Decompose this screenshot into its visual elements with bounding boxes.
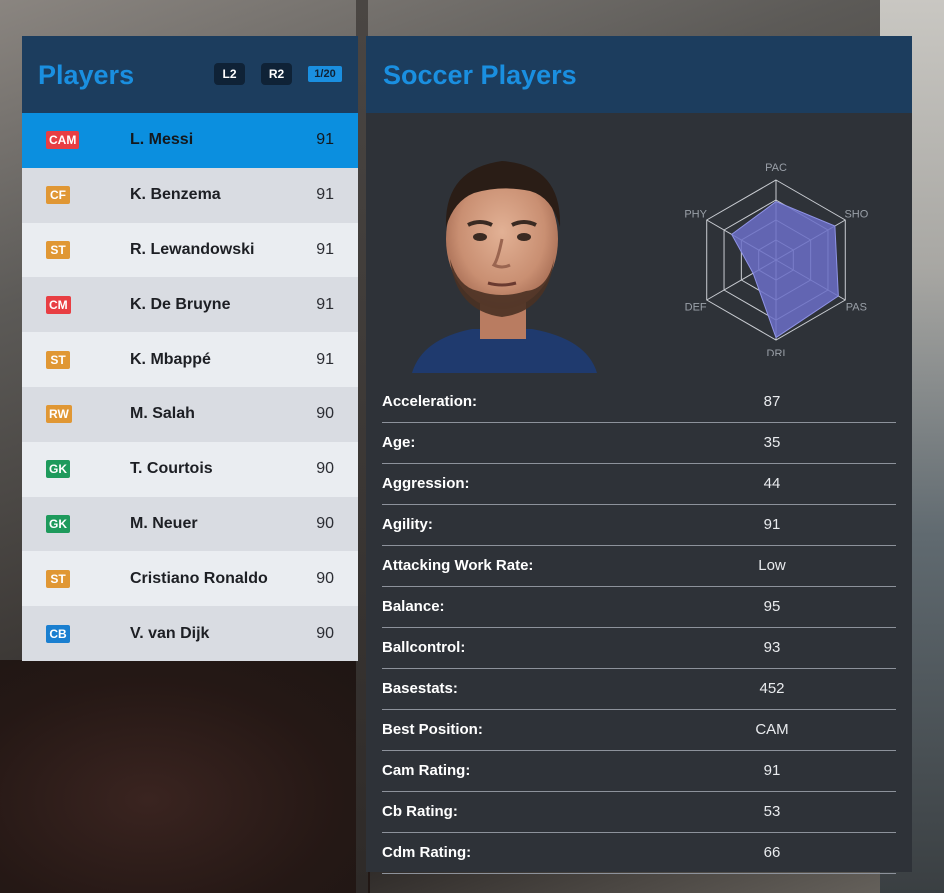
radar-axis-label: DEF [685, 301, 707, 313]
stat-row: Ballcontrol: 93 [382, 628, 896, 669]
stat-value: 452 [759, 680, 785, 697]
stat-label: Acceleration: [382, 393, 478, 410]
position-badge: GK [46, 514, 70, 533]
radar-axis-label: PAS [846, 301, 867, 313]
player-rating: 90 [316, 514, 334, 532]
player-row[interactable]: RW M. Salah 90 [22, 386, 358, 442]
stat-value: 44 [763, 475, 781, 492]
radar-axis-label: PAC [765, 162, 787, 174]
player-detail-header: Soccer Players [366, 36, 912, 113]
position-badge: ST [46, 350, 70, 369]
stat-label: Ballcontrol: [382, 639, 466, 656]
radar-axis-label: DRI [767, 348, 786, 356]
player-name: M. Neuer [130, 514, 198, 532]
player-name: K. De Bruyne [130, 295, 231, 313]
player-rating: 91 [316, 295, 334, 313]
stat-value: 87 [763, 393, 781, 410]
stat-label: Age: [382, 434, 416, 451]
stat-value: 95 [763, 598, 781, 615]
players-list: CAM L. Messi 91 CF K. Benzema 91 ST R. Lewandow… [22, 113, 358, 661]
player-rating: 90 [316, 405, 334, 423]
stat-row: Acceleration: 87 [382, 382, 896, 423]
player-row[interactable]: GK M. Neuer 90 [22, 496, 358, 552]
player-name: R. Lewandowski [130, 240, 255, 258]
stat-row: Cb Rating: 53 [382, 792, 896, 833]
position-badge: CF [46, 186, 70, 205]
player-rating: 90 [316, 569, 334, 587]
page-indicator: 1/20 [308, 66, 342, 82]
player-name: T. Courtois [130, 460, 213, 478]
player-rating: 90 [316, 460, 334, 478]
player-row[interactable]: CB V. van Dijk 90 [22, 606, 358, 661]
position-badge: GK [46, 460, 70, 479]
player-rating: 91 [316, 350, 334, 368]
radar-data-area [731, 201, 839, 339]
stat-label: Basestats: [382, 680, 458, 697]
stat-value: 91 [763, 762, 781, 779]
position-badge: CB [46, 624, 70, 643]
player-row[interactable]: ST R. Lewandowski 91 [22, 222, 358, 278]
stat-label: Cam Rating: [382, 762, 471, 779]
r2-button[interactable]: R2 [261, 63, 292, 85]
position-badge: ST [46, 569, 70, 588]
players-list-panel: Players L2 R2 1/20 CAM L. Messi 91 CF K. Ben… [22, 36, 358, 661]
stat-label: Best Position: [382, 721, 483, 738]
stat-label: Balance: [382, 598, 445, 615]
player-name: V. van Dijk [130, 624, 210, 642]
stat-row: Basestats: 452 [382, 669, 896, 710]
player-row[interactable]: CM K. De Bruyne 91 [22, 277, 358, 333]
players-list-header: Players L2 R2 1/20 [22, 36, 358, 113]
stat-value: 91 [763, 516, 781, 533]
player-row[interactable]: ST K. Mbappé 91 [22, 332, 358, 387]
players-list-title: Players [38, 60, 135, 90]
stat-row: Cam Rating: 91 [382, 751, 896, 792]
stat-label: Attacking Work Rate: [382, 557, 534, 574]
player-detail-title: Soccer Players [383, 60, 577, 90]
player-rating: 91 [316, 186, 334, 204]
stat-label: Aggression: [382, 475, 470, 492]
player-row[interactable]: GK T. Courtois 90 [22, 441, 358, 497]
stat-row: Aggression: 44 [382, 464, 896, 505]
player-rating: 91 [316, 131, 334, 149]
stat-row: Attacking Work Rate: Low [382, 546, 896, 587]
player-name: M. Salah [130, 405, 195, 423]
stat-value: 35 [763, 434, 781, 451]
position-badge: ST [46, 240, 70, 259]
stat-value: CAM [755, 721, 789, 738]
stat-row: Balance: 95 [382, 587, 896, 628]
player-row[interactable]: CAM L. Messi 91 [22, 113, 358, 168]
position-badge: CM [46, 295, 71, 314]
position-badge: CAM [46, 131, 80, 150]
player-name: Cristiano Ronaldo [130, 569, 268, 587]
radar-axis-label: SHO [844, 209, 868, 221]
player-attributes-radar-chart: PAC SHO PAS DRI DEF PHY [684, 162, 868, 356]
stat-row: Age: 35 [382, 423, 896, 464]
radar-axis-label: PHY [684, 209, 707, 221]
stat-row: Cdm Rating: 66 [382, 833, 896, 874]
stat-label: Agility: [382, 516, 433, 533]
stat-row: Agility: 91 [382, 505, 896, 546]
stat-value: 93 [763, 639, 781, 656]
player-rating: 91 [316, 240, 334, 258]
player-name: K. Benzema [130, 186, 221, 204]
stat-value: 66 [763, 844, 781, 861]
background-photo-region [0, 660, 370, 893]
stat-label: Cb Rating: [382, 803, 458, 820]
position-badge: RW [46, 405, 72, 424]
stat-row: Best Position: CAM [382, 710, 896, 751]
stat-value: 53 [763, 803, 781, 820]
player-row[interactable]: ST Cristiano Ronaldo 90 [22, 551, 358, 607]
player-photo [402, 139, 602, 373]
player-stats-table: Acceleration: 87 Age: 35 Aggression: 44 Agilit… [382, 382, 896, 874]
player-name: K. Mbappé [130, 350, 211, 368]
stat-label: Cdm Rating: [382, 844, 472, 861]
player-name: L. Messi [130, 131, 194, 149]
player-rating: 90 [316, 624, 334, 642]
l2-button[interactable]: L2 [214, 63, 245, 85]
stat-value: Low [758, 557, 786, 574]
player-detail-panel: Soccer Players PAC SHO PAS DRI DEF PHY A… [366, 36, 912, 874]
player-row[interactable]: CF K. Benzema 91 [22, 167, 358, 223]
